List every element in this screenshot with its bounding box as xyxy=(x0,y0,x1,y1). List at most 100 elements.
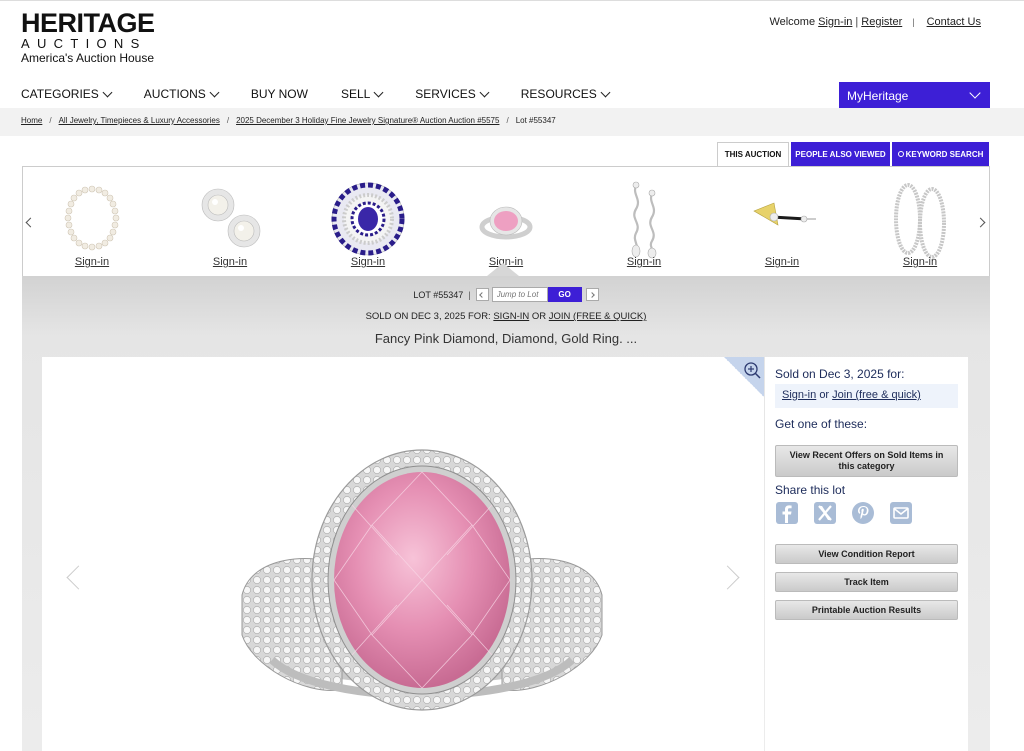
nav-label: RESOURCES xyxy=(520,87,597,101)
zoom-corner[interactable] xyxy=(724,357,764,397)
share-heading: Share this lot xyxy=(775,483,846,497)
logo-tagline: America's Auction House xyxy=(21,51,155,65)
chevron-down-icon xyxy=(969,87,981,99)
myheritage-dropdown[interactable]: MyHeritage xyxy=(839,82,990,109)
carousel-tabs: THIS AUCTION PEOPLE ALSO VIEWED KEYWORD … xyxy=(715,142,989,166)
lot-carousel: Sign-in Sign-in Sign-in Sign-in Sign-in … xyxy=(22,166,990,276)
sold-heading: Sold on Dec 3, 2025 for: xyxy=(775,367,905,381)
pearl-necklace-icon xyxy=(64,185,120,251)
contact-link[interactable]: Contact Us xyxy=(927,16,981,28)
breadcrumb-home[interactable]: Home xyxy=(21,116,42,125)
breadcrumb-bar: Home / All Jewelry, Timepieces & Luxury … xyxy=(0,108,1024,136)
nav-label: SELL xyxy=(340,87,371,101)
carousel-item[interactable]: Sign-in xyxy=(185,181,275,271)
chevron-down-icon xyxy=(102,87,113,97)
carousel-pointer xyxy=(487,263,519,276)
carousel-signin-link[interactable]: Sign-in xyxy=(351,256,385,268)
breadcrumb-auction[interactable]: 2025 December 3 Holiday Fine Jewelry Sig… xyxy=(236,116,499,125)
carousel-item[interactable]: Sign-in xyxy=(599,181,689,271)
printable-results-button[interactable]: Printable Auction Results xyxy=(775,600,958,620)
zoom-in-icon xyxy=(744,362,761,379)
sidebar-or: or xyxy=(819,389,830,401)
x-icon[interactable] xyxy=(813,501,837,525)
signin-link[interactable]: Sign-in xyxy=(818,16,852,28)
account-links: Welcome Sign-in | Register | Contact Us xyxy=(769,16,981,28)
chevron-down-icon xyxy=(600,87,611,97)
carousel-signin-link[interactable]: Sign-in xyxy=(903,256,937,268)
prev-lot-button[interactable] xyxy=(475,288,489,301)
lot-sidebar: Sold on Dec 3, 2025 for: Sign-in or Join… xyxy=(765,357,968,751)
lot-title: Fancy Pink Diamond, Diamond, Gold Ring. … xyxy=(374,331,638,346)
tab-people-also-viewed[interactable]: PEOPLE ALSO VIEWED xyxy=(791,142,890,166)
jump-to-lot-input[interactable] xyxy=(491,287,548,302)
pink-diamond-ring-image xyxy=(241,449,603,711)
divider: | xyxy=(468,289,471,300)
sidebar-join-link[interactable]: Join (free & quick) xyxy=(832,389,921,401)
carousel-signin-link[interactable]: Sign-in xyxy=(765,256,799,268)
fan-brooch-icon xyxy=(753,202,816,226)
hoop-earrings-icon xyxy=(894,183,946,259)
nav-label: SERVICES xyxy=(415,87,476,101)
pinterest-icon[interactable] xyxy=(851,501,875,525)
pink-ring-icon xyxy=(479,206,533,240)
divider: | xyxy=(855,16,859,28)
nav-services[interactable]: SERVICES xyxy=(415,87,490,101)
nav-categories[interactable]: CATEGORIES xyxy=(21,87,113,101)
lot-number: LOT #55347 xyxy=(413,289,464,300)
nav-auctions[interactable]: AUCTIONS xyxy=(143,87,220,101)
prev-image-icon[interactable] xyxy=(66,565,91,590)
sold-line: SOLD ON DEC 3, 2025 FOR: SIGN-IN OR JOIN… xyxy=(22,311,990,322)
track-item-button[interactable]: Track Item xyxy=(775,572,958,592)
view-recent-offers-button[interactable]: View Recent Offers on Sold Items in this… xyxy=(775,445,958,477)
carousel-item[interactable]: Sign-in xyxy=(875,181,965,271)
carousel-item[interactable]: Sign-in xyxy=(47,181,137,271)
carousel-prev-icon[interactable] xyxy=(25,217,36,228)
site-header: HERITAGE AUCTIONS America's Auction Hous… xyxy=(0,0,1024,109)
next-image-icon[interactable] xyxy=(715,565,740,590)
breadcrumb-category[interactable]: All Jewelry, Timepieces & Luxury Accesso… xyxy=(59,116,220,125)
carousel-signin-link[interactable]: Sign-in xyxy=(213,256,247,268)
myheritage-label: MyHeritage xyxy=(847,88,909,103)
breadcrumb: Home / All Jewelry, Timepieces & Luxury … xyxy=(21,116,556,125)
next-lot-button[interactable] xyxy=(585,288,599,301)
register-link[interactable]: Register xyxy=(861,16,902,28)
heritage-logo[interactable]: HERITAGE AUCTIONS America's Auction Hous… xyxy=(21,10,155,66)
nav-buy-now[interactable]: BUY NOW xyxy=(251,87,308,101)
carousel-next-icon[interactable] xyxy=(975,217,986,228)
nav-label: CATEGORIES xyxy=(21,87,99,101)
chevron-down-icon xyxy=(209,87,220,97)
breadcrumb-separator: / xyxy=(506,116,509,125)
search-icon xyxy=(897,151,904,157)
tab-keyword-search[interactable]: KEYWORD SEARCH xyxy=(892,142,989,166)
sold-prefix: SOLD ON DEC 3, 2025 FOR: xyxy=(365,311,491,322)
nav-sell[interactable]: SELL xyxy=(340,87,384,101)
go-button[interactable]: GO xyxy=(547,287,582,302)
carousel-item[interactable]: Sign-in xyxy=(461,181,551,271)
lot-image-viewer[interactable] xyxy=(42,357,764,751)
nav-resources[interactable]: RESOURCES xyxy=(520,87,611,101)
carousel-signin-link[interactable]: Sign-in xyxy=(627,256,661,268)
chevron-right-icon xyxy=(589,291,595,298)
email-icon[interactable] xyxy=(889,501,913,525)
diamond-drop-earrings-icon xyxy=(631,181,657,259)
carousel-item[interactable]: Sign-in xyxy=(737,181,827,271)
chevron-left-icon xyxy=(479,291,485,298)
sold-or: OR xyxy=(531,311,547,322)
sidebar-signin-link[interactable]: Sign-in xyxy=(782,389,816,401)
carousel-item[interactable]: Sign-in xyxy=(323,181,413,271)
pearl-earrings-icon xyxy=(201,188,261,248)
tab-keyword-label: KEYWORD SEARCH xyxy=(905,149,984,159)
divider: | xyxy=(912,17,915,27)
sapphire-brooch-icon xyxy=(331,182,405,256)
breadcrumb-separator: / xyxy=(226,116,230,125)
sold-join-link[interactable]: JOIN (FREE & QUICK) xyxy=(549,311,647,322)
carousel-signin-link[interactable]: Sign-in xyxy=(75,256,109,268)
view-condition-report-button[interactable]: View Condition Report xyxy=(775,544,958,564)
welcome-text: Welcome xyxy=(769,16,816,28)
share-icons xyxy=(775,501,927,525)
chevron-down-icon xyxy=(479,87,490,97)
tab-this-auction[interactable]: THIS AUCTION xyxy=(717,142,789,166)
sold-signin-link[interactable]: SIGN-IN xyxy=(493,311,529,322)
facebook-icon[interactable] xyxy=(775,501,799,525)
nav-label: AUCTIONS xyxy=(143,87,206,101)
